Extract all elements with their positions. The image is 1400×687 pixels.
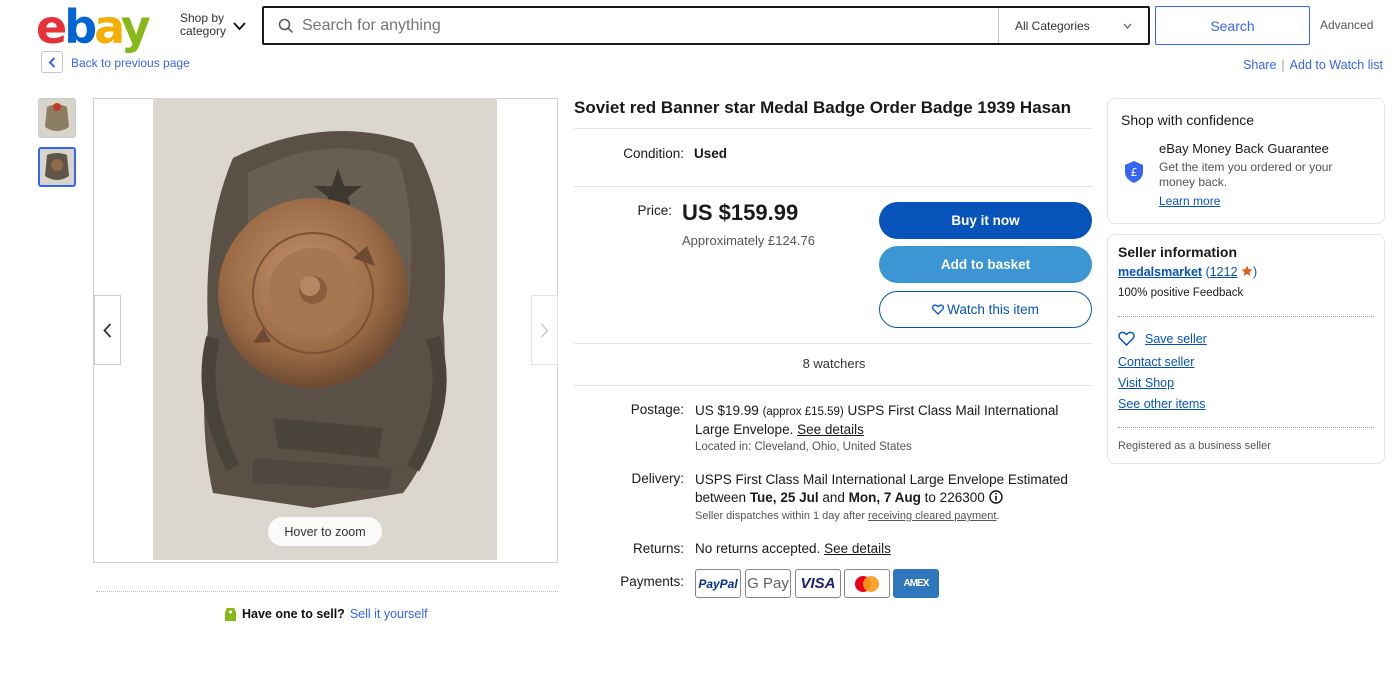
category-select[interactable]: All Categories <box>998 8 1148 43</box>
cleared-payment-link[interactable]: receiving cleared payment <box>868 510 996 522</box>
divider <box>1118 316 1374 317</box>
add-to-basket-button[interactable]: Add to basket <box>879 246 1092 283</box>
see-other-items-link[interactable]: See other items <box>1118 397 1206 411</box>
divider <box>574 128 1092 129</box>
advanced-search-link[interactable]: Advanced <box>1320 18 1373 32</box>
back-link[interactable]: Back to previous page <box>71 56 190 70</box>
positive-feedback: 100% positive Feedback <box>1118 287 1244 299</box>
chevron-down-icon[interactable] <box>233 18 246 34</box>
chevron-down-icon <box>1123 23 1132 29</box>
watchers-count: 8 watchers <box>802 356 866 371</box>
divider <box>1118 427 1374 428</box>
delivery-details: USPS First Class Mail International Larg… <box>695 472 1068 505</box>
save-seller-link[interactable]: Save seller <box>1145 332 1207 346</box>
info-icon[interactable] <box>988 490 1003 504</box>
sell-it-yourself-link[interactable]: Sell it yourself <box>350 607 428 621</box>
divider <box>574 343 1092 344</box>
buy-it-now-button[interactable]: Buy it now <box>879 202 1092 239</box>
price-approx: Approximately £124.76 <box>682 233 815 248</box>
product-image[interactable] <box>153 98 497 560</box>
postage-details: US $19.99 (approx £15.59) USPS First Cla… <box>695 403 1059 437</box>
payments-label: Payments: <box>620 574 684 589</box>
dispatch-info: Seller dispatches within 1 day after rec… <box>695 510 1000 522</box>
seller-name-row: medalsmarket (1212 ) <box>1118 265 1258 279</box>
returns-value: No returns accepted. See details <box>695 541 891 556</box>
thumbnail-image-selected[interactable] <box>38 147 76 187</box>
mastercard-icon <box>844 569 890 598</box>
save-seller-row[interactable]: Save seller <box>1118 331 1207 346</box>
search-bar: All Categories <box>262 6 1150 45</box>
share-link[interactable]: Share <box>1243 58 1276 72</box>
condition-label: Condition: <box>623 146 684 161</box>
price-tag-icon <box>225 608 236 621</box>
registered-business-seller: Registered as a business seller <box>1118 440 1271 452</box>
condition-value: Used <box>694 146 728 161</box>
hover-to-zoom-hint: Hover to zoom <box>268 517 382 546</box>
ebay-logo[interactable]: ebay <box>36 2 151 52</box>
divider <box>574 385 1092 386</box>
heart-icon <box>932 304 945 315</box>
confidence-title: Shop with confidence <box>1121 112 1255 128</box>
price-value: US $159.99 <box>682 200 799 225</box>
postage-see-details-link[interactable]: See details <box>797 422 864 437</box>
sell-prompt: Have one to sell? Sell it yourself <box>224 606 428 622</box>
feedback-score-link[interactable]: 1212 <box>1210 265 1238 279</box>
seller-info-title: Seller information <box>1118 244 1238 260</box>
search-icon <box>278 18 294 33</box>
paypal-icon: PayPal <box>695 569 741 598</box>
back-arrow-icon[interactable] <box>41 51 63 73</box>
amex-icon: AMEX <box>893 569 939 598</box>
svg-text:£: £ <box>1131 166 1138 179</box>
divider <box>96 591 558 592</box>
visa-icon: VISA <box>795 569 841 598</box>
share-watch-row: Share | Add to Watch list <box>1243 58 1383 72</box>
price-label: Price: <box>637 203 672 218</box>
money-back-text: Get the item you ordered or your money b… <box>1159 160 1333 189</box>
star-icon <box>1241 265 1253 276</box>
divider <box>574 186 1092 187</box>
next-image-button[interactable] <box>531 295 558 365</box>
item-location: Located in: Cleveland, Ohio, United Stat… <box>695 441 912 453</box>
watch-item-button[interactable]: Watch this item <box>879 291 1092 328</box>
delivery-label: Delivery: <box>631 471 684 486</box>
returns-label: Returns: <box>632 541 684 556</box>
visit-shop-link[interactable]: Visit Shop <box>1118 376 1174 390</box>
search-input[interactable] <box>302 16 998 35</box>
shop-by-category-button[interactable]: Shop by category <box>180 12 226 38</box>
seller-name-link[interactable]: medalsmarket <box>1118 265 1202 279</box>
add-to-watchlist-link[interactable]: Add to Watch list <box>1290 58 1383 72</box>
contact-seller-link[interactable]: Contact seller <box>1118 355 1194 369</box>
search-button[interactable]: Search <box>1155 6 1310 45</box>
learn-more-link[interactable]: Learn more <box>1159 194 1220 208</box>
returns-see-details-link[interactable]: See details <box>824 541 891 556</box>
postage-label: Postage: <box>630 402 684 417</box>
money-back-title: eBay Money Back Guarantee <box>1159 141 1329 156</box>
item-title: Soviet red Banner star Medal Badge Order… <box>574 98 1071 117</box>
google-pay-icon: G Pay <box>745 569 791 598</box>
previous-image-button[interactable] <box>94 295 121 365</box>
heart-icon <box>1118 331 1135 346</box>
shield-icon: £ <box>1125 161 1143 183</box>
thumbnail-image[interactable] <box>38 98 76 138</box>
